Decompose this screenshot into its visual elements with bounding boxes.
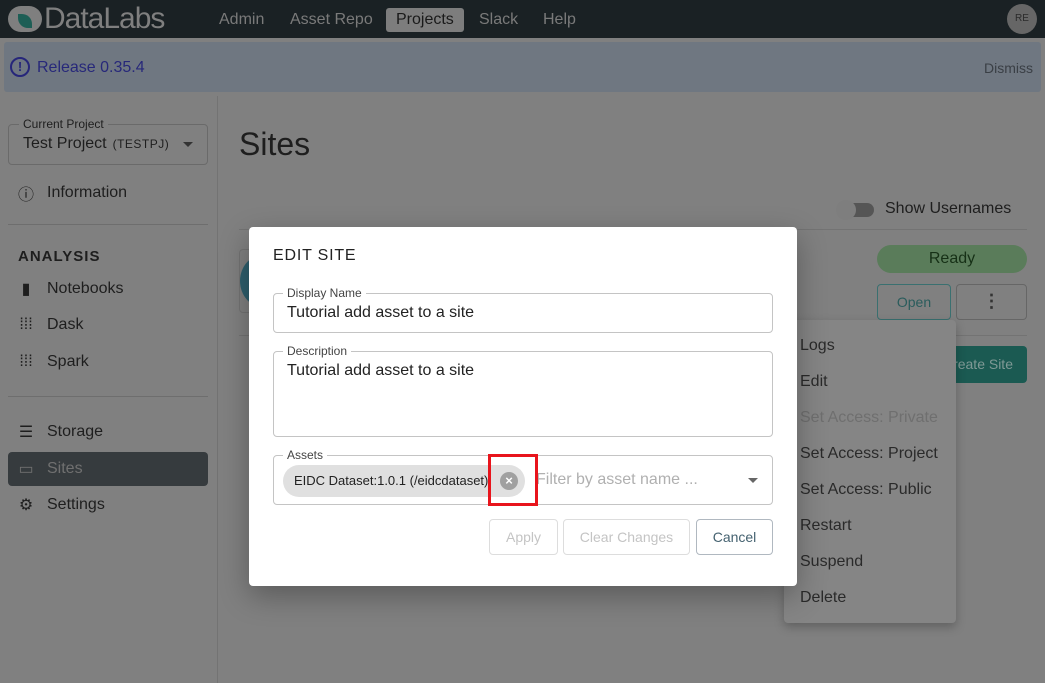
sidebar-item-dask[interactable]: ⁞⁞⁞ Dask [8, 308, 208, 342]
status-badge: Ready [877, 245, 1027, 273]
alert-icon: ! [10, 57, 30, 77]
sidebar-item-information[interactable]: ⓘ Information [8, 176, 208, 210]
asset-chip-label: EIDC Dataset:1.0.1 (/eidcdataset) [294, 473, 489, 488]
toggle-label: Show Usernames [885, 200, 1012, 217]
assets-filter-input[interactable]: Filter by asset name ... [536, 471, 698, 489]
grid-icon: ⁞⁞⁞ [19, 316, 33, 333]
display-name-field[interactable]: Display Name Tutorial add asset to a sit… [273, 286, 773, 333]
description-value: Tutorial add asset to a site [287, 362, 475, 379]
logo-text: DataLabs [44, 2, 165, 35]
sidebar-item-notebooks[interactable]: ▮ Notebooks [8, 272, 208, 306]
field-label: Display Name [283, 286, 366, 300]
dialog-title: EDIT SITE [273, 247, 357, 264]
site-actions-menu: Logs Edit Set Access: Private Set Access: P… [784, 320, 956, 623]
dismiss-button[interactable]: Dismiss [984, 60, 1033, 76]
sidebar-item-label: Sites [47, 460, 83, 477]
sidebar-item-label: Notebooks [47, 280, 124, 297]
menu-item-suspend[interactable]: Suspend [784, 544, 956, 580]
project-name: Test Project [23, 135, 107, 152]
sidebar-item-label: Storage [47, 423, 104, 440]
sites-icon: ▭ [18, 461, 34, 478]
top-nav: DataLabs Admin Asset Repo Projects Slack… [0, 0, 1045, 38]
menu-item-delete[interactable]: Delete [784, 580, 956, 616]
sidebar-item-spark[interactable]: ⁞⁞⁞ Spark [8, 345, 208, 379]
divider [8, 224, 208, 225]
menu-item-set-access-public[interactable]: Set Access: Public [784, 472, 956, 508]
gear-icon: ⚙ [18, 497, 34, 514]
sidebar: Current Project Test Project (TESTPJ) ⓘ In… [0, 96, 218, 683]
release-text: Release 0.35.4 [37, 59, 145, 76]
cloud-leaf-icon [8, 6, 42, 32]
edit-site-dialog: EDIT SITE Display Name Tutorial add asse… [249, 227, 797, 586]
nav-admin[interactable]: Admin [209, 8, 274, 32]
highlight-box [488, 454, 538, 506]
sidebar-item-label: Settings [47, 496, 105, 513]
storage-icon: ☰ [18, 424, 34, 441]
user-avatar[interactable]: RE [1007, 4, 1037, 34]
project-code: (TESTPJ) [112, 137, 170, 151]
sidebar-item-label: Dask [47, 316, 84, 333]
sidebar-item-storage[interactable]: ☰ Storage [8, 415, 208, 449]
menu-item-set-access-project[interactable]: Set Access: Project [784, 436, 956, 472]
divider [8, 396, 208, 397]
project-label: Current Project [19, 117, 108, 131]
cancel-button[interactable]: Cancel [696, 519, 773, 555]
menu-item-logs[interactable]: Logs [784, 328, 956, 364]
nav-help[interactable]: Help [533, 8, 586, 32]
info-icon: ⓘ [17, 187, 34, 204]
show-usernames-toggle[interactable] [836, 200, 874, 220]
grid-icon: ⁞⁞⁞ [19, 353, 33, 370]
menu-item-set-access-private: Set Access: Private [800, 409, 938, 426]
nav-asset-repo[interactable]: Asset Repo [280, 8, 383, 32]
nav-projects[interactable]: Projects [386, 8, 464, 32]
chevron-down-icon [183, 142, 193, 152]
apply-button[interactable]: Apply [489, 519, 558, 555]
section-heading: ANALYSIS [18, 248, 101, 265]
sidebar-item-label: Spark [47, 353, 89, 370]
description-field[interactable]: Description Tutorial add asset to a site [273, 344, 773, 437]
chevron-down-icon[interactable] [748, 478, 758, 488]
more-vert-icon: ⋮ [982, 291, 1001, 311]
nav-slack[interactable]: Slack [469, 8, 528, 32]
more-options-button[interactable]: ⋮ [956, 284, 1027, 320]
clear-changes-button[interactable]: Clear Changes [563, 519, 690, 555]
release-banner: ! Release 0.35.4 Dismiss [4, 42, 1041, 92]
field-label: Assets [283, 448, 328, 462]
display-name-value: Tutorial add asset to a site [287, 304, 475, 321]
sidebar-item-sites[interactable]: ▭ Sites [8, 452, 208, 486]
sidebar-item-label: Information [47, 184, 128, 201]
datalabs-logo[interactable]: DataLabs [8, 2, 165, 36]
project-select[interactable]: Current Project Test Project (TESTPJ) [8, 117, 208, 165]
sidebar-item-settings[interactable]: ⚙ Settings [8, 488, 208, 522]
menu-item-restart[interactable]: Restart [784, 508, 956, 544]
field-label: Description [283, 344, 352, 358]
notebook-icon: ▮ [21, 281, 31, 298]
page-title: Sites [239, 126, 311, 162]
open-button[interactable]: Open [877, 284, 951, 320]
menu-item-edit[interactable]: Edit [784, 364, 956, 400]
